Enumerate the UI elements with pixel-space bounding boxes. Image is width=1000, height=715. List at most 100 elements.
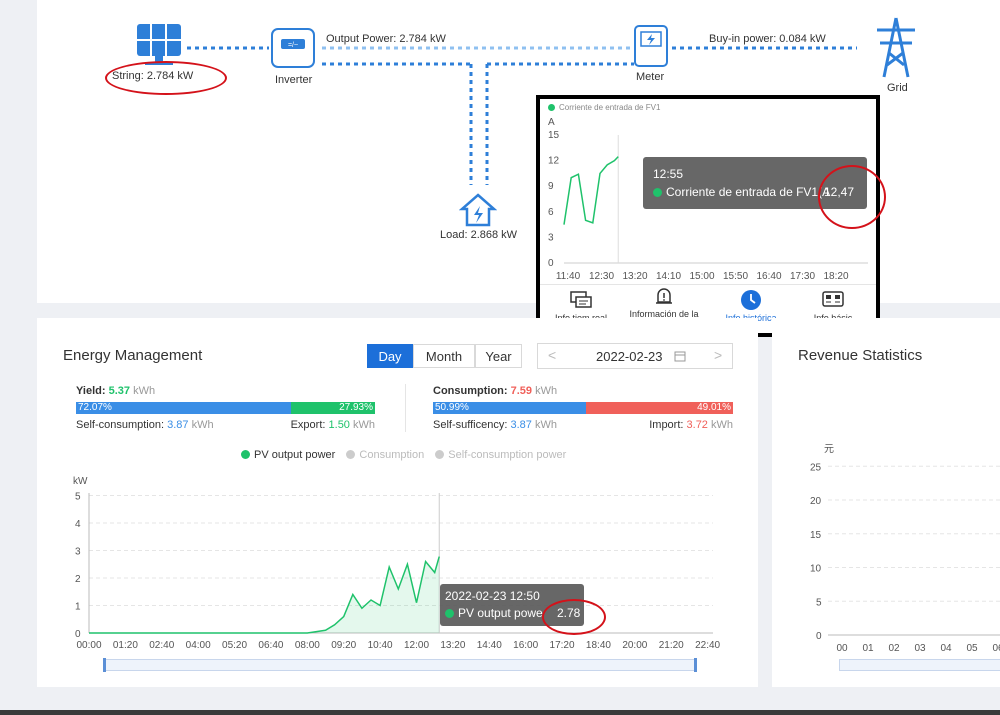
buyin-power-label: Buy-in power: 0.084 kW	[709, 33, 826, 45]
svg-text:=/~: =/~	[288, 42, 298, 49]
import-label: Import:	[649, 419, 684, 431]
clock-icon	[741, 290, 761, 310]
consumption-summary: Consumption: 7.59 kWh	[433, 385, 557, 397]
energy-x-tick: 18:40	[586, 640, 611, 651]
popup-x-tick: 13:20	[622, 271, 647, 282]
inverter-label: Inverter	[275, 74, 313, 86]
energy-x-tick: 14:40	[477, 640, 502, 651]
selfcons-unit: kWh	[191, 419, 214, 431]
import-value: 3.72	[686, 419, 708, 431]
popup-x-tick: 17:30	[790, 271, 815, 282]
legend-selfcons-label: Self-consumption power	[448, 449, 567, 461]
legend-consumption[interactable]: Consumption	[346, 449, 424, 461]
yield-bar-right-label: 27.93%	[339, 402, 373, 413]
popup-series-line	[563, 156, 619, 225]
zoom-handle-right[interactable]	[694, 658, 697, 672]
revenue-zoom-slider[interactable]	[839, 659, 1000, 671]
calendar-icon[interactable]	[674, 350, 686, 362]
highlight-ring	[542, 599, 606, 635]
inverter-icon: =/~	[271, 28, 315, 68]
cons-bar-import: 49.01%	[586, 402, 733, 414]
popup-y-unit: A	[548, 117, 555, 128]
meter-icon	[634, 25, 668, 67]
load-house-icon	[459, 193, 497, 227]
export-unit: kWh	[353, 419, 375, 431]
revenue-x-tick: 06	[992, 643, 1000, 654]
revenue-y-tick: 10	[810, 564, 822, 575]
load-label: Load: 2.868 kW	[440, 229, 518, 241]
popup-tooltip-row: Corriente de entrada de FV1(A	[653, 185, 830, 199]
export-label: Export:	[290, 419, 326, 431]
yield-bar-left-label: 72.07%	[78, 402, 112, 413]
tab-year[interactable]: Year	[475, 344, 522, 368]
import-stat: Import: 3.72 kWh	[617, 419, 733, 431]
revenue-x-tick: 05	[966, 643, 978, 654]
prev-date-icon[interactable]: <	[548, 347, 556, 363]
date-picker[interactable]: < 2022-02-23 >	[537, 343, 733, 369]
popup-x-tick: 15:00	[689, 271, 714, 282]
energy-x-tick: 22:40	[695, 640, 720, 651]
revenue-chart: 元252015105000010203040506	[810, 444, 1000, 654]
revenue-y-unit: 元	[824, 444, 834, 455]
revenue-x-tick: 00	[836, 643, 848, 654]
energy-y-tick: 3	[75, 547, 81, 558]
energy-x-tick: 20:00	[622, 640, 647, 651]
energy-x-tick: 17:20	[550, 640, 575, 651]
energy-y-tick: 5	[75, 492, 81, 503]
energy-x-tick: 01:20	[113, 640, 138, 651]
next-date-icon[interactable]: >	[714, 347, 722, 363]
cons-bar-selfsuff: 50.99%	[433, 402, 586, 414]
zoom-handle-left[interactable]	[103, 658, 106, 672]
revenue-y-tick: 20	[810, 496, 822, 507]
cons-bar-right-label: 49.01%	[697, 402, 731, 413]
revenue-x-tick: 01	[862, 643, 874, 654]
chat-icon	[570, 291, 592, 308]
tab-day[interactable]: Day	[367, 344, 413, 368]
energy-y-tick: 4	[75, 519, 81, 530]
popup-y-tick: 9	[548, 181, 554, 192]
popup-legend: Corriente de entrada de FV1	[548, 103, 660, 112]
history-popup: Corriente de entrada de FV1 A 15 12 9 6 3 0 11:…	[536, 95, 886, 337]
popup-y-tick: 0	[548, 258, 554, 269]
yield-value: 5.37	[108, 385, 131, 397]
export-value: 1.50	[328, 419, 350, 431]
energy-y-tick: 1	[75, 602, 81, 613]
revenue-y-tick: 0	[816, 631, 822, 642]
popup-tooltip-label: Corriente de entrada de FV1(A	[666, 185, 831, 199]
tab-month[interactable]: Month	[413, 344, 475, 368]
legend-selfcons[interactable]: Self-consumption power	[435, 449, 566, 461]
meter-label: Meter	[636, 71, 665, 83]
selfsuff-value: 3.87	[510, 419, 532, 431]
vertical-divider	[405, 384, 406, 432]
popup-x-tick: 18:20	[823, 271, 848, 282]
cons-bar-left-label: 50.99%	[435, 402, 469, 413]
revenue-y-tick: 15	[810, 530, 822, 541]
legend-pv[interactable]: PV output power	[241, 449, 335, 461]
energy-x-tick: 02:40	[149, 640, 174, 651]
legend-consumption-label: Consumption	[359, 449, 425, 461]
energy-title: Energy Management	[63, 347, 203, 364]
date-value: 2022-02-23	[596, 349, 663, 364]
revenue-x-tick: 04	[940, 643, 952, 654]
energy-x-tick: 08:00	[295, 640, 320, 651]
zoom-slider[interactable]	[103, 658, 697, 672]
popup-x-tick: 15:50	[723, 271, 748, 282]
energy-y-unit: kW	[73, 476, 88, 487]
selfcons-stat: Self-consumption: 3.87 kWh	[76, 419, 214, 431]
revenue-x-tick: 03	[914, 643, 926, 654]
energy-y-tick: 0	[75, 629, 81, 640]
alarm-bell-icon	[656, 288, 672, 304]
popup-x-tick: 14:10	[656, 271, 681, 282]
popup-y-tick: 12	[548, 156, 560, 167]
popup-x-tick: 16:40	[756, 271, 781, 282]
energy-y-tick: 2	[75, 574, 81, 585]
energy-x-tick: 06:40	[258, 640, 283, 651]
yield-label: Yield:	[76, 385, 106, 397]
yield-unit: kWh	[133, 385, 156, 397]
consumption-unit: kWh	[535, 385, 558, 397]
popup-x-tick: 12:30	[589, 271, 614, 282]
energy-tooltip-label: PV output powe	[458, 606, 543, 620]
highlight-ring	[105, 61, 227, 95]
selfsuff-label: Self-sufficency:	[433, 419, 508, 431]
energy-x-tick: 12:00	[404, 640, 429, 651]
